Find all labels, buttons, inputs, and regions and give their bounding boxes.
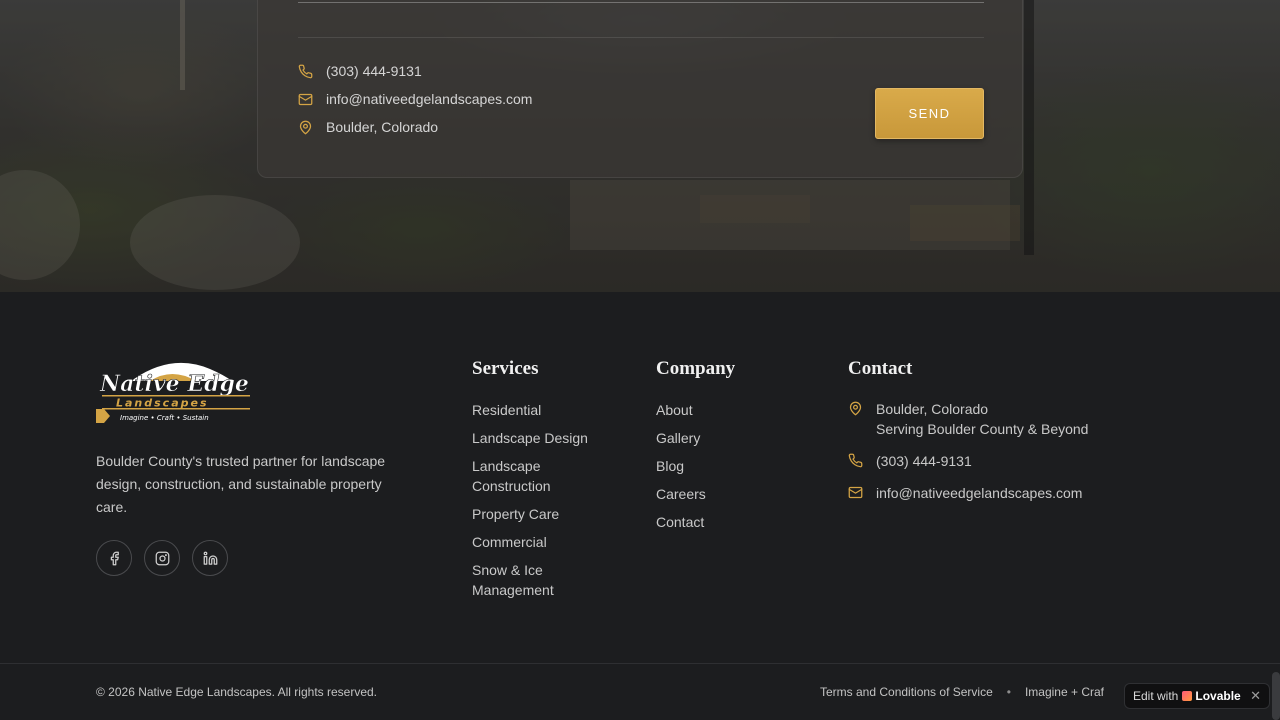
logo-line1: Native Edge bbox=[99, 371, 249, 397]
services-heading: Services bbox=[472, 358, 539, 379]
footer-slogan: Imagine + Craf bbox=[1024, 685, 1104, 699]
mail-icon bbox=[298, 93, 313, 105]
services-list: Residential Landscape Design Landscape C… bbox=[472, 400, 612, 608]
footer-email[interactable]: info@nativeedgelandscapes.com bbox=[848, 483, 1082, 503]
footer-address-line1: Boulder, Colorado bbox=[876, 401, 989, 417]
facebook-link[interactable] bbox=[96, 540, 132, 576]
footer-phone[interactable]: (303) 444-9131 bbox=[848, 451, 972, 471]
phone-icon bbox=[848, 453, 863, 468]
copyright-text: © 2026 Native Edge Landscapes. All right… bbox=[96, 685, 378, 699]
map-pin-icon bbox=[299, 120, 312, 134]
map-pin-icon bbox=[849, 401, 862, 416]
terms-link[interactable]: Terms and Conditions of Service bbox=[820, 685, 993, 699]
site-footer: Native Edge Landscapes Imagine • Craft •… bbox=[0, 292, 1280, 720]
services-item-snow-ice[interactable]: Snow & Ice Management bbox=[472, 560, 612, 600]
linkedin-icon bbox=[203, 551, 217, 565]
company-item-about[interactable]: About bbox=[656, 400, 796, 420]
lovable-heart-icon bbox=[1182, 691, 1193, 701]
legal-links: Terms and Conditions of Service • Imagin… bbox=[820, 685, 1104, 699]
phone-icon bbox=[298, 64, 313, 78]
services-item-commercial[interactable]: Commercial bbox=[472, 532, 612, 552]
services-item-landscape-construction[interactable]: Landscape Construction bbox=[472, 456, 612, 496]
logo-line2: Landscapes bbox=[116, 397, 209, 410]
card-email-text: info@nativeedgelandscapes.com bbox=[326, 91, 533, 107]
company-heading: Company bbox=[656, 358, 736, 379]
footer-email-text: info@nativeedgelandscapes.com bbox=[876, 485, 1083, 501]
logo-tagline: Imagine • Craft • Sustain bbox=[120, 414, 209, 422]
lovable-prefix: Edit with bbox=[1133, 689, 1179, 703]
instagram-icon bbox=[155, 551, 169, 565]
contact-heading: Contact bbox=[848, 358, 913, 379]
footer-address-line2: Serving Boulder County & Beyond bbox=[876, 421, 1089, 437]
footer-phone-text: (303) 444-9131 bbox=[876, 453, 972, 469]
scrollbar-thumb[interactable] bbox=[1272, 672, 1280, 720]
company-item-gallery[interactable]: Gallery bbox=[656, 428, 796, 448]
edit-with-lovable-badge[interactable]: Edit with Lovable ✕ bbox=[1124, 683, 1270, 709]
company-item-careers[interactable]: Careers bbox=[656, 484, 796, 504]
contact-form-card: (303) 444-9131 info@nativeedgelandscapes… bbox=[257, 0, 1023, 178]
card-phone-text: (303) 444-9131 bbox=[326, 63, 422, 79]
facebook-icon bbox=[110, 551, 119, 565]
card-location-text: Boulder, Colorado bbox=[326, 119, 439, 135]
company-item-contact[interactable]: Contact bbox=[656, 512, 796, 532]
brand-description: Boulder County's trusted partner for lan… bbox=[96, 453, 386, 515]
instagram-link[interactable] bbox=[144, 540, 180, 576]
company-item-blog[interactable]: Blog bbox=[656, 456, 796, 476]
close-icon[interactable]: ✕ bbox=[1250, 688, 1261, 704]
mail-icon bbox=[848, 486, 863, 499]
message-textarea[interactable] bbox=[298, 2, 984, 3]
lovable-brand-text: Lovable bbox=[1195, 689, 1241, 703]
services-item-property-care[interactable]: Property Care bbox=[472, 504, 612, 524]
services-item-landscape-design[interactable]: Landscape Design bbox=[472, 428, 612, 448]
legal-separator: • bbox=[1006, 685, 1011, 699]
linkedin-link[interactable] bbox=[192, 540, 228, 576]
services-item-residential[interactable]: Residential bbox=[472, 400, 612, 420]
lovable-brand: Lovable bbox=[1182, 689, 1241, 703]
footer-address: Boulder, Colorado Serving Boulder County… bbox=[848, 399, 1088, 439]
card-divider bbox=[298, 37, 984, 38]
native-edge-logo[interactable]: Native Edge Landscapes Imagine • Craft •… bbox=[92, 357, 252, 427]
footer-divider bbox=[0, 663, 1280, 664]
company-list: About Gallery Blog Careers Contact bbox=[656, 400, 796, 540]
social-links bbox=[96, 540, 228, 576]
card-phone-row[interactable]: (303) 444-9131 bbox=[298, 63, 422, 79]
send-button[interactable]: SEND bbox=[875, 88, 984, 139]
card-email-row[interactable]: info@nativeedgelandscapes.com bbox=[298, 91, 532, 107]
card-location-row: Boulder, Colorado bbox=[298, 119, 438, 135]
